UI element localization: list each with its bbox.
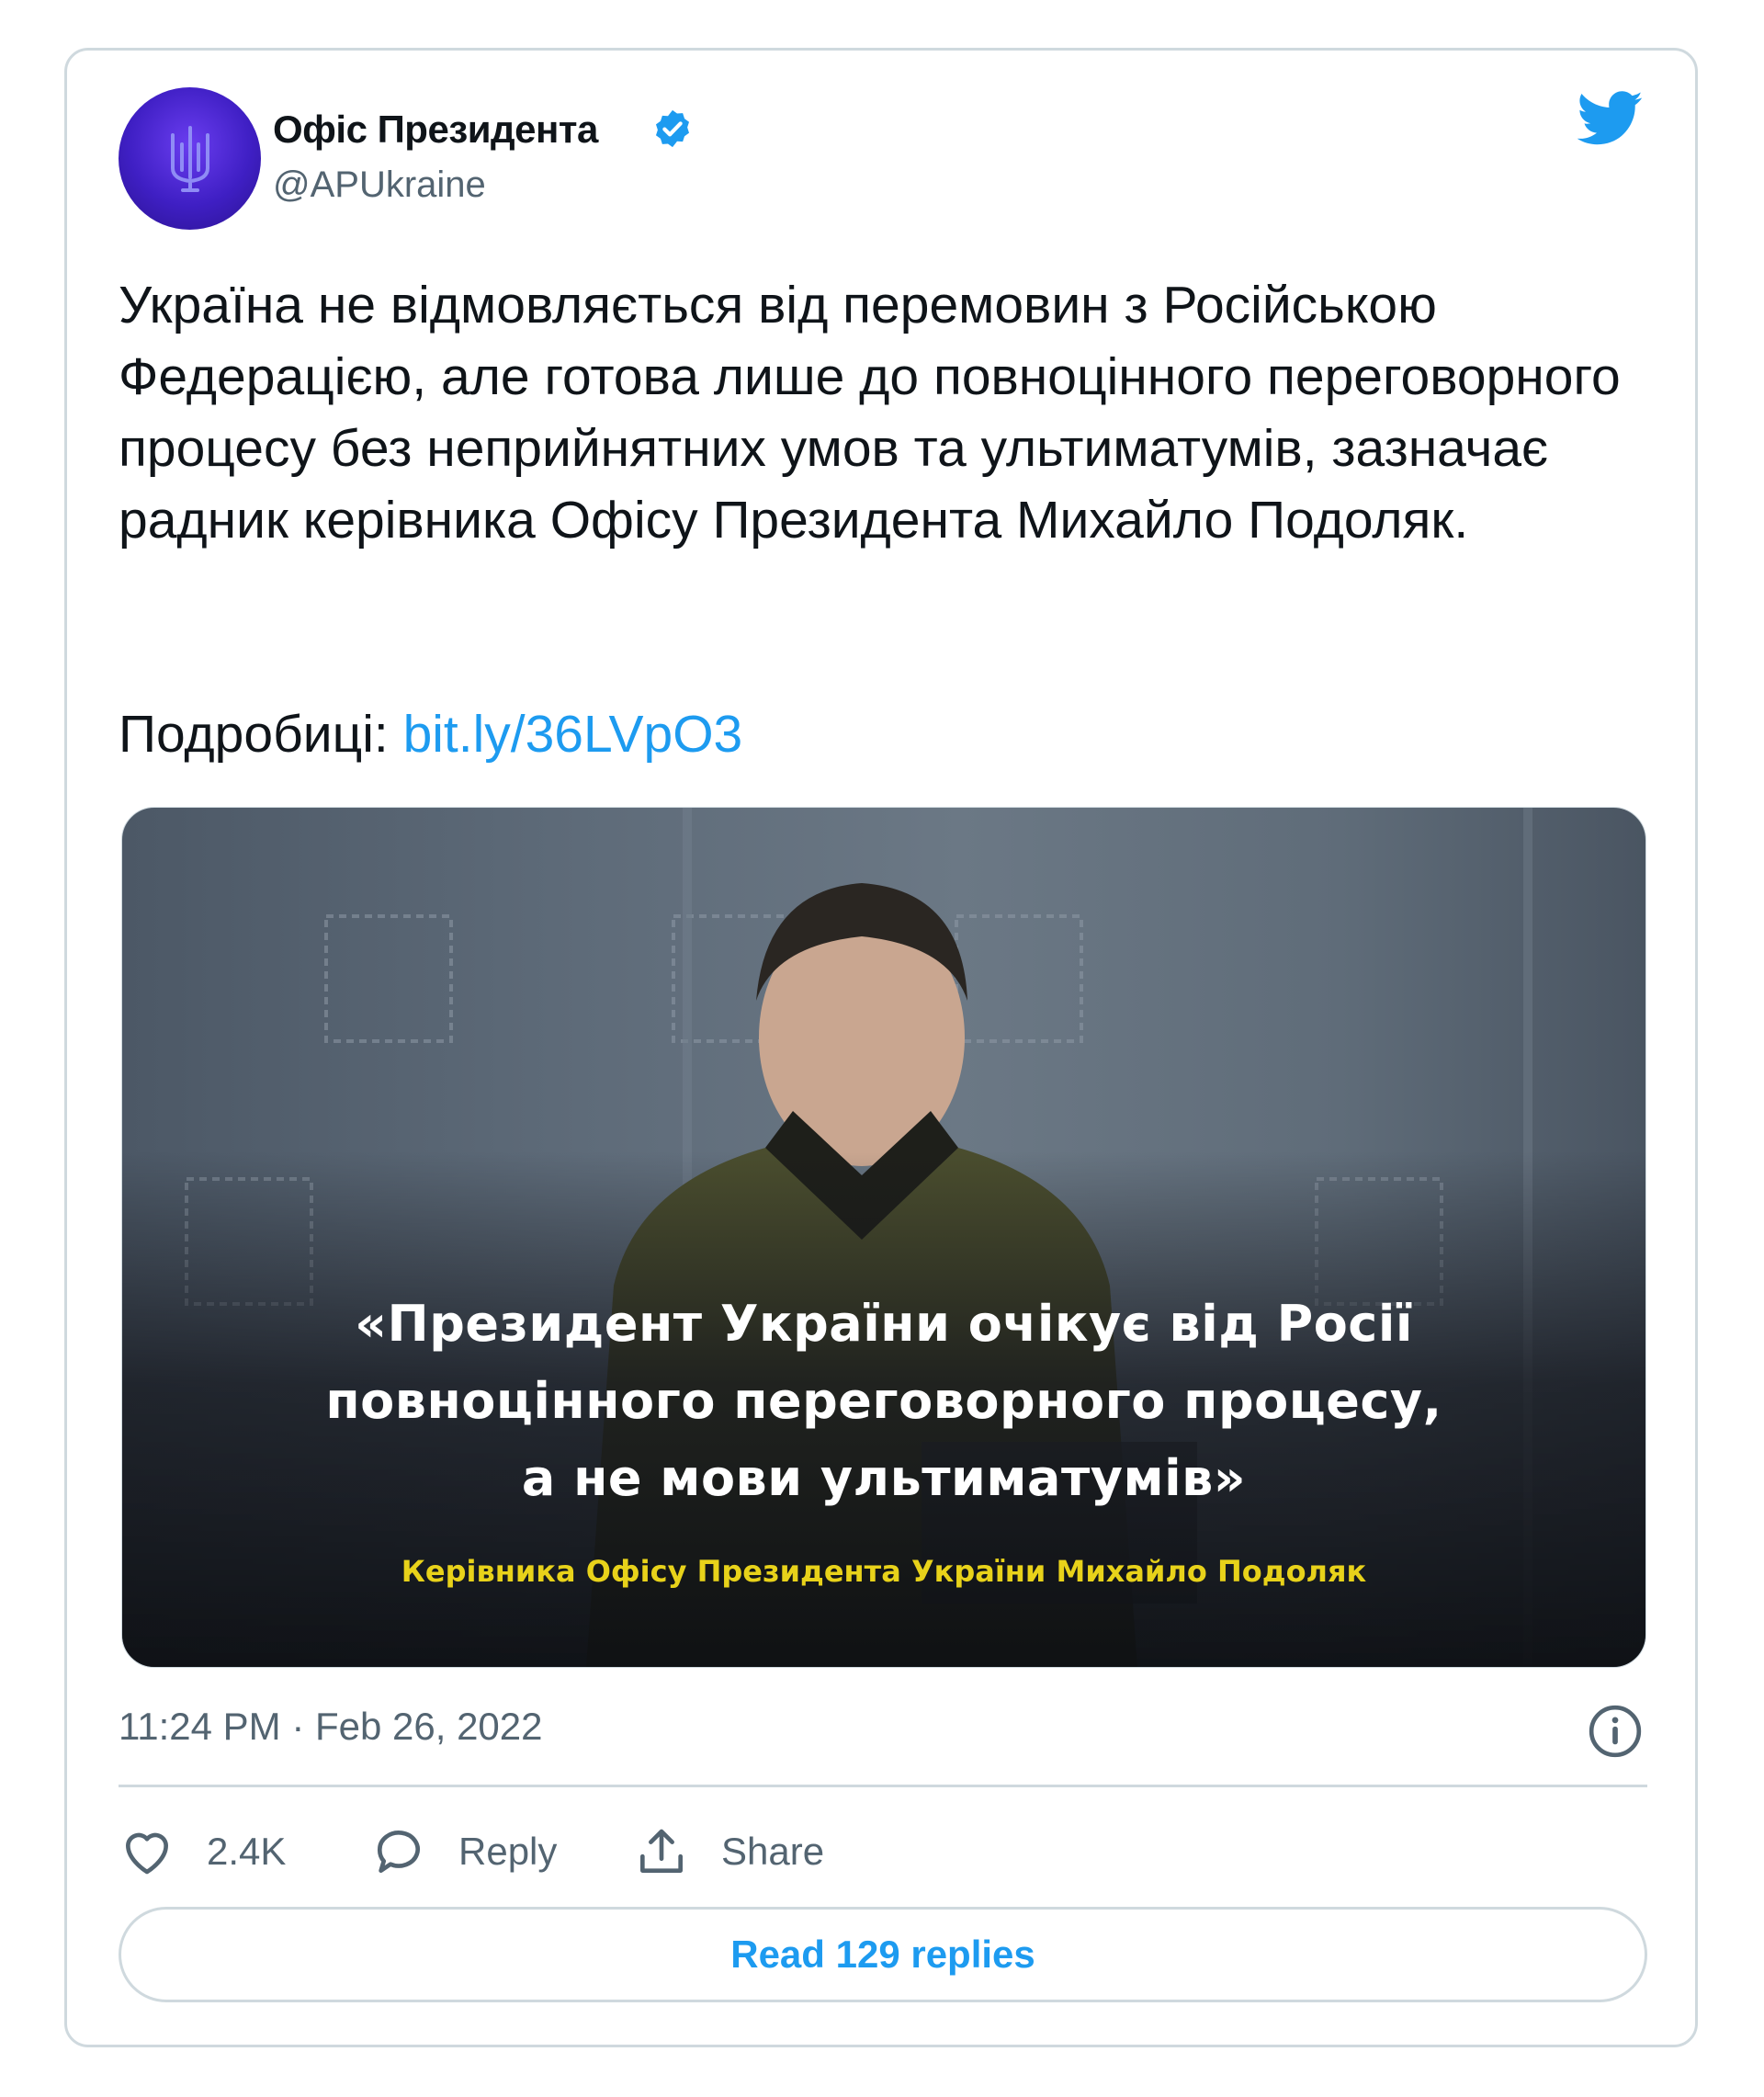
heart-icon <box>126 1832 168 1875</box>
share-button[interactable]: Share <box>633 1817 844 1887</box>
media-quote: «Президент України очікує від Росії повн… <box>122 1286 1645 1517</box>
verified-badge-icon <box>655 109 690 148</box>
share-label: Share <box>721 1830 825 1873</box>
media-quote-line: повноцінного переговорного процесу, <box>325 1372 1442 1430</box>
media-quote-line: «Президент України очікує від Росії <box>355 1295 1413 1353</box>
share-upload-icon <box>640 1829 683 1873</box>
tweet-details-line: Подробиці: bit.ly/36LVpO3 <box>119 698 742 770</box>
speech-bubble-icon <box>378 1831 420 1873</box>
tweet-card: Офіс Президента @APUkraine Україна не ві… <box>64 48 1698 2047</box>
tweet-link[interactable]: bit.ly/36LVpO3 <box>403 705 743 764</box>
trident-emblem-icon <box>171 126 209 192</box>
reply-button[interactable]: Reply <box>370 1817 582 1887</box>
reply-label: Reply <box>458 1830 558 1873</box>
like-button[interactable]: 2.4K <box>119 1817 321 1887</box>
divider <box>119 1785 1647 1787</box>
tweet-timestamp[interactable]: 11:24 PM · Feb 26, 2022 <box>119 1705 543 1749</box>
media-quote-line: а не мови ультиматумів» <box>521 1449 1247 1507</box>
like-count: 2.4K <box>207 1830 287 1873</box>
author-handle[interactable]: @APUkraine <box>273 164 486 206</box>
read-replies-button[interactable]: Read 129 replies <box>119 1907 1647 2002</box>
tweet-media-image[interactable]: «Президент України очікує від Росії повн… <box>121 807 1646 1668</box>
tweet-text: Україна не відмовляється від перемовин з… <box>119 276 1621 550</box>
media-caption: Керівника Офісу Президента України Михай… <box>401 1554 1367 1589</box>
details-label: Подробиці: <box>119 705 403 764</box>
author-name[interactable]: Офіс Президента <box>273 108 598 152</box>
avatar[interactable] <box>119 87 261 230</box>
info-icon[interactable] <box>1587 1703 1644 1760</box>
twitter-bird-icon[interactable] <box>1577 91 1644 146</box>
